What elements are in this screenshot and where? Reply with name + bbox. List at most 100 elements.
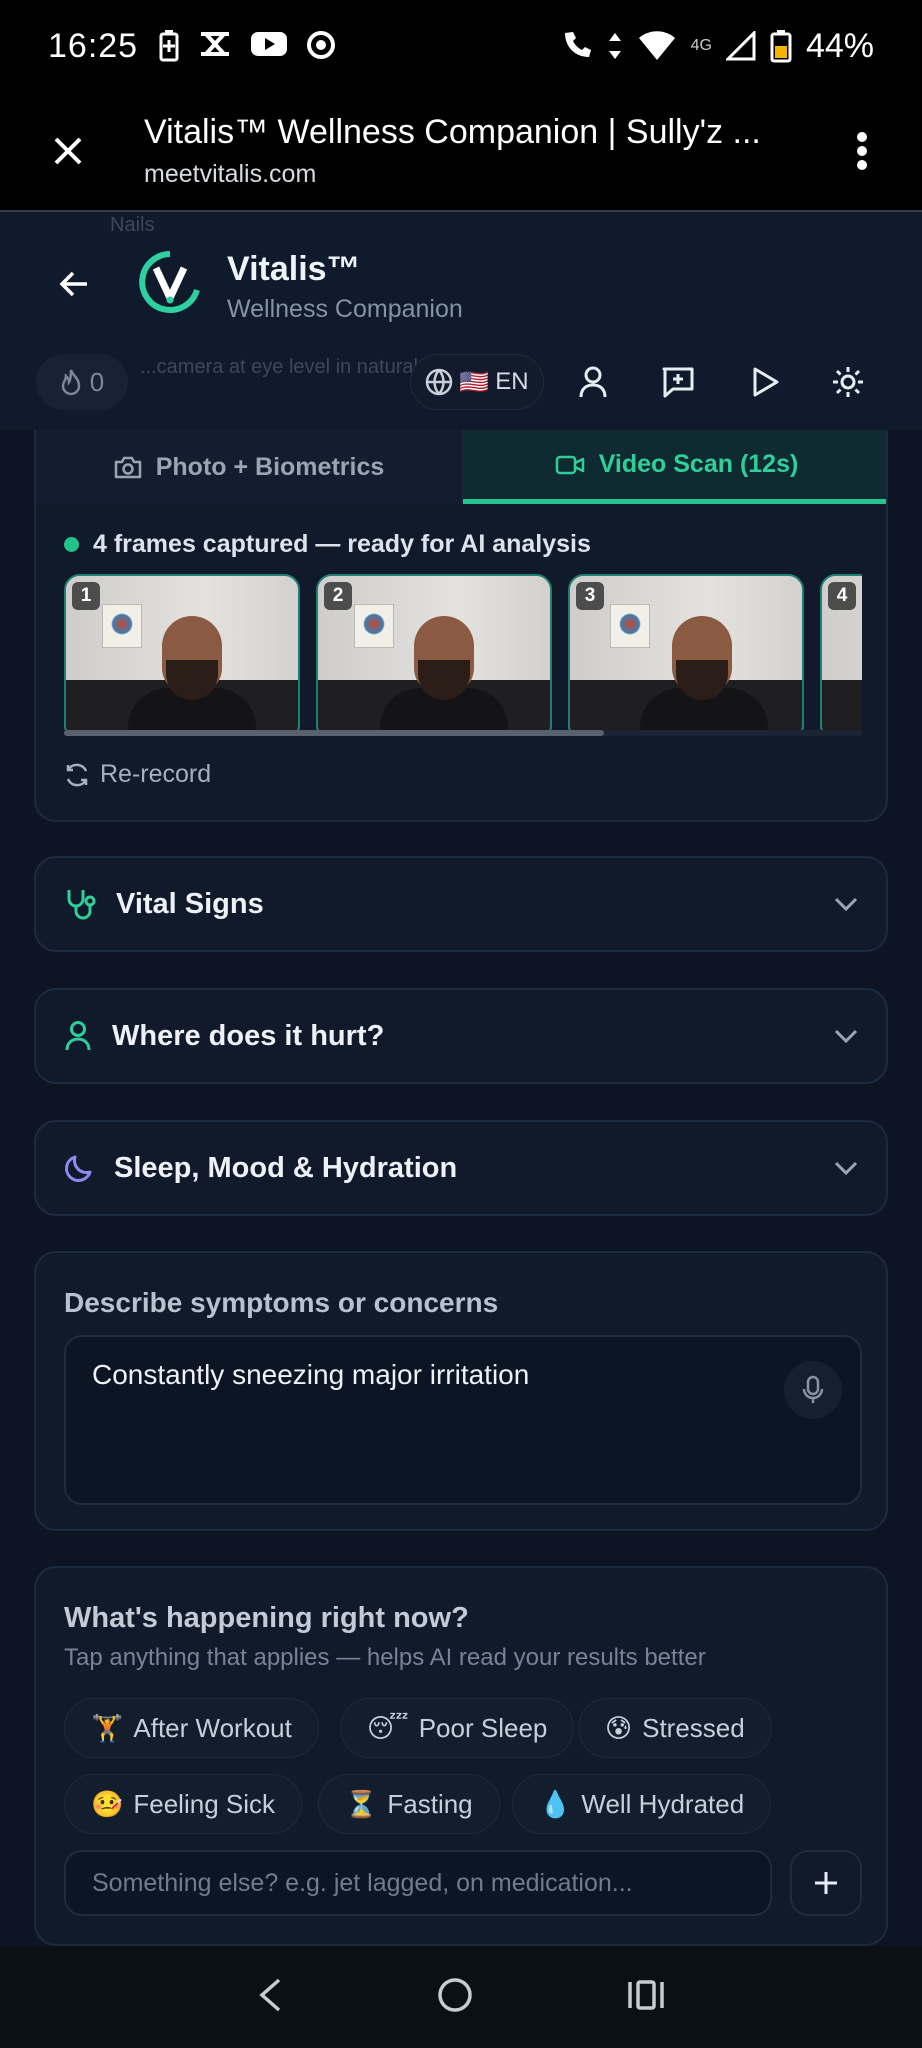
frame-scrollbar[interactable] [64, 730, 862, 736]
network-type: 4G [690, 37, 712, 54]
tab-video-scan[interactable]: Video Scan (12s) [463, 430, 886, 504]
add-context-button[interactable] [790, 1850, 862, 1916]
frame-number: 4 [828, 582, 856, 610]
nav-recents-button[interactable] [627, 1979, 665, 2016]
globe-icon [426, 368, 453, 396]
tab-photo-label: Photo + Biometrics [155, 452, 385, 481]
droplet-icon: 💧 [539, 1788, 572, 1819]
chip-label: Poor Sleep [418, 1712, 548, 1743]
nav-back-button[interactable] [257, 1977, 283, 2018]
battery-percent: 44% [805, 26, 874, 65]
captured-frame[interactable]: 1 [64, 574, 300, 730]
symptoms-title: Describe symptoms or concerns [64, 1287, 499, 1318]
browser-address[interactable]: Vitalis™ Wellness Companion | Sully'z ..… [144, 113, 842, 189]
user-icon [579, 366, 607, 398]
tab-photo-biometrics[interactable]: Photo + Biometrics [36, 430, 463, 504]
moon-icon [65, 1155, 92, 1182]
sick-face-icon: 🤒 [91, 1788, 124, 1819]
context-subtitle: Tap anything that applies — helps AI rea… [64, 1644, 706, 1671]
captured-frame[interactable]: 4 [820, 574, 862, 730]
microphone-icon [802, 1375, 824, 1403]
chip-label: After Workout [133, 1712, 292, 1743]
other-context-placeholder: Something else? e.g. jet lagged, on medi… [92, 1868, 633, 1897]
capture-status: 4 frames captured — ready for AI analysi… [64, 530, 591, 559]
profile-button[interactable] [569, 358, 617, 406]
status-dot [64, 537, 79, 552]
chevron-down-icon [834, 1161, 858, 1175]
close-tab-button[interactable] [40, 123, 96, 179]
brand: Vitalis™ Wellness Companion [227, 250, 463, 324]
nav-home-button[interactable] [436, 1976, 474, 2019]
chip-label: Feeling Sick [133, 1788, 275, 1819]
chip-fasting[interactable]: ⏳ Fasting [318, 1774, 500, 1834]
frame-number: 1 [72, 582, 100, 610]
chip-label: Well Hydrated [581, 1788, 745, 1819]
scan-tabs: Photo + Biometrics Video Scan (12s) [36, 430, 886, 504]
wifi-icon [638, 31, 675, 60]
battery-saver-icon [159, 30, 179, 62]
symptoms-text: Constantly sneezing major irritation [92, 1359, 530, 1390]
plus-icon [815, 1872, 837, 1894]
frame-strip[interactable]: 1 2 3 4 [64, 574, 862, 730]
chip-poor-sleep[interactable]: 😴 Poor Sleep [340, 1698, 575, 1758]
status-bar: 16:25 4G 44% [0, 0, 922, 92]
accordion-vital-signs-label: Vital Signs [116, 887, 264, 920]
scan-card: Photo + Biometrics Video Scan (12s) 4 fr… [34, 430, 888, 822]
captured-frame[interactable]: 2 [316, 574, 552, 730]
capcut-icon [201, 32, 230, 56]
system-nav-bar [0, 1946, 922, 2048]
streak-count: 0 [89, 366, 105, 397]
weightlifter-icon: 🏋 [91, 1712, 124, 1743]
browser-menu-button[interactable] [842, 123, 882, 179]
streak-badge[interactable]: 0 [36, 354, 128, 410]
chip-label: Stressed [642, 1712, 745, 1743]
chip-label: Fasting [387, 1788, 473, 1819]
chip-feeling-sick[interactable]: 🤒 Feeling Sick [64, 1774, 302, 1834]
brand-name: Vitalis™ [227, 250, 361, 288]
context-card: What's happening right now? Tap anything… [34, 1566, 888, 1946]
message-plus-icon [662, 367, 694, 398]
language-selector[interactable]: 🇺🇸 EN [410, 354, 544, 410]
captured-frame[interactable]: 3 [568, 574, 804, 730]
capture-status-text: 4 frames captured — ready for AI analysi… [93, 530, 591, 558]
accordion-where-hurt-label: Where does it hurt? [112, 1019, 385, 1052]
recents-icon [628, 1979, 665, 2010]
play-button[interactable] [741, 358, 789, 406]
frame-number: 2 [324, 582, 352, 610]
play-icon [753, 367, 779, 397]
context-title: What's happening right now? [64, 1602, 469, 1634]
flame-icon [61, 369, 81, 396]
refresh-icon [66, 763, 88, 786]
anxious-face-icon: 😰 [605, 1712, 633, 1743]
frame-scroll-thumb[interactable] [64, 730, 604, 736]
theme-toggle[interactable] [824, 358, 872, 406]
ghost-text: Nails [110, 214, 155, 236]
accordion-sleep-mood[interactable]: Sleep, Mood & Hydration [34, 1120, 888, 1216]
chip-after-workout[interactable]: 🏋 After Workout [64, 1698, 319, 1758]
stethoscope-icon [67, 890, 96, 920]
hourglass-icon: ⏳ [345, 1788, 378, 1819]
back-icon [259, 1978, 280, 2011]
back-button[interactable] [52, 262, 96, 306]
other-context-input[interactable]: Something else? e.g. jet lagged, on medi… [64, 1850, 772, 1916]
chevron-down-icon [834, 1029, 858, 1043]
accordion-vital-signs[interactable]: Vital Signs [34, 856, 888, 952]
person-icon [65, 1021, 91, 1051]
battery-icon [770, 30, 792, 63]
accordion-where-hurt[interactable]: Where does it hurt? [34, 988, 888, 1084]
chip-stressed[interactable]: 😰 Stressed [578, 1698, 772, 1758]
chevron-down-icon [834, 897, 858, 911]
new-chat-button[interactable] [654, 358, 702, 406]
wifi-call-icon [564, 32, 591, 57]
language-code: EN [495, 368, 529, 395]
rerecord-button[interactable]: Re-record [64, 760, 211, 789]
voice-input-button[interactable] [784, 1361, 842, 1419]
signal-icon [725, 31, 756, 61]
close-icon [54, 137, 82, 165]
symptoms-textarea[interactable]: Constantly sneezing major irritation [64, 1335, 862, 1505]
chip-well-hydrated[interactable]: 💧 Well Hydrated [512, 1774, 772, 1834]
camera-icon [114, 456, 141, 479]
page-url: meetvitalis.com [144, 160, 317, 188]
language-flag: 🇺🇸 [459, 368, 490, 396]
brand-tagline: Wellness Companion [227, 295, 463, 323]
